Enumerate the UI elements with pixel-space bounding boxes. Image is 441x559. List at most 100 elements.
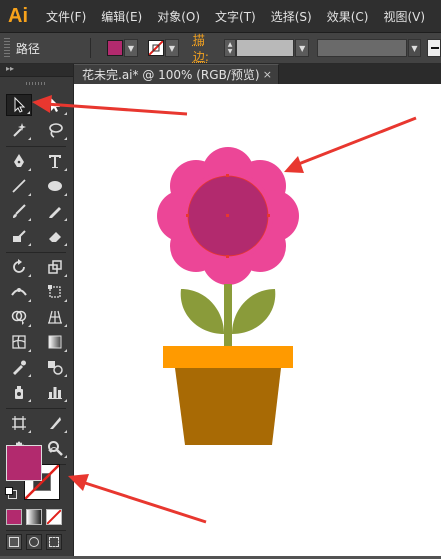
gradient-icon <box>48 335 62 349</box>
blend-tool[interactable] <box>42 356 68 378</box>
stroke-weight-stepper[interactable]: ▲ ▼ <box>224 39 236 57</box>
tab-strip <box>279 64 441 84</box>
draw-behind-button[interactable] <box>26 534 42 550</box>
pencil-tool[interactable] <box>42 200 68 222</box>
lasso-icon <box>49 123 63 138</box>
pencil-icon <box>49 207 61 218</box>
variable-width-profile-select[interactable] <box>317 39 407 57</box>
line-tool[interactable] <box>6 175 32 197</box>
selection-tool-icon <box>14 96 26 113</box>
chevron-down-icon[interactable]: ▼ <box>295 39 310 57</box>
color-mode-buttons <box>6 509 62 525</box>
swap-fill-stroke-icon[interactable]: ↶ <box>48 444 58 458</box>
menu-select[interactable]: 选择(S) <box>271 8 312 25</box>
selection-type-label: 路径 <box>15 41 40 56</box>
divider <box>6 146 66 147</box>
symbol-sprayer-tool[interactable] <box>6 381 32 403</box>
panel-grip[interactable] <box>4 38 10 58</box>
eraser-icon <box>49 232 61 242</box>
menu-view[interactable]: 视图(V) <box>383 8 425 25</box>
width-tool-icon <box>11 288 27 296</box>
direct-selection-tool[interactable] <box>42 94 68 116</box>
color-mode-button[interactable] <box>6 509 22 525</box>
flower-artwork[interactable] <box>74 84 441 556</box>
pot-body[interactable] <box>175 368 281 445</box>
pot-rim[interactable] <box>163 346 293 368</box>
free-transform-icon <box>48 285 61 298</box>
pen-tool-icon <box>14 154 24 167</box>
stroke-weight-label[interactable]: 描边: <box>193 33 220 63</box>
line-tool-icon <box>12 179 26 193</box>
artboard-tool[interactable] <box>6 412 32 434</box>
app-logo: Ai <box>8 4 28 27</box>
perspective-grid-tool[interactable] <box>42 306 68 328</box>
ellipse-tool-icon <box>48 181 62 191</box>
tools-panel-header[interactable]: ▸▸ <box>0 64 73 77</box>
no-stroke-icon <box>148 41 163 55</box>
rotate-tool[interactable] <box>6 256 32 278</box>
stroke-weight-field[interactable] <box>235 39 295 57</box>
control-bar: 路径 ▼ ▼ 描边: ▲ ▼ ▼ ▼ <box>0 33 441 64</box>
free-transform-tool[interactable] <box>42 281 68 303</box>
default-fill-stroke-icon[interactable] <box>5 487 17 499</box>
panel-grip[interactable] <box>26 82 47 85</box>
gradient-mode-button[interactable] <box>26 509 42 525</box>
shape-builder-icon <box>11 310 27 325</box>
close-icon[interactable]: × <box>263 68 272 81</box>
artboard[interactable] <box>74 84 441 556</box>
divider <box>6 408 66 409</box>
column-graph-tool[interactable] <box>42 381 68 403</box>
slice-tool[interactable] <box>42 412 68 434</box>
gradient-tool[interactable] <box>42 331 68 353</box>
draw-inside-button[interactable] <box>46 534 62 550</box>
type-tool[interactable] <box>42 150 68 172</box>
flower-stem[interactable] <box>224 284 232 350</box>
divider <box>6 530 66 531</box>
blob-brush-tool[interactable] <box>6 225 32 247</box>
menu-type[interactable]: 文字(T) <box>215 8 256 25</box>
chevron-down-icon[interactable]: ▼ <box>123 39 138 57</box>
paintbrush-tool[interactable] <box>6 200 32 222</box>
stroke-swatch[interactable] <box>147 40 164 56</box>
chevron-down-icon[interactable]: ▼ <box>164 39 179 57</box>
rotate-icon <box>13 259 25 273</box>
selection-tool[interactable] <box>6 94 32 116</box>
document-tab[interactable]: 花未完.ai* @ 100% (RGB/预览) × <box>74 64 279 84</box>
left-leaf[interactable] <box>180 289 224 334</box>
fill-color-box[interactable] <box>6 445 42 481</box>
ellipse-tool[interactable] <box>42 175 68 197</box>
width-tool[interactable] <box>6 281 32 303</box>
menu-object[interactable]: 对象(O) <box>157 8 200 25</box>
none-mode-button[interactable] <box>46 509 62 525</box>
fill-swatch[interactable] <box>106 40 123 56</box>
mesh-icon <box>12 335 26 349</box>
draw-mode-buttons <box>6 534 62 550</box>
brush-definition-select[interactable] <box>427 39 441 57</box>
tools-panel: ▸▸ ↶ <box>0 64 74 556</box>
menu-file[interactable]: 文件(F) <box>46 8 86 25</box>
paintbrush-icon <box>13 204 26 218</box>
perspective-grid-icon <box>48 310 62 324</box>
eraser-tool[interactable] <box>42 225 68 247</box>
shape-builder-tool[interactable] <box>6 306 32 328</box>
pen-tool[interactable] <box>6 150 32 172</box>
draw-normal-button[interactable] <box>6 534 22 550</box>
mesh-tool[interactable] <box>6 331 32 353</box>
menu-edit[interactable]: 编辑(E) <box>101 8 142 25</box>
divider <box>6 252 66 253</box>
stroke-control[interactable]: ▼ <box>147 39 179 57</box>
eyedropper-tool[interactable] <box>6 356 32 378</box>
direct-selection-tool-icon <box>51 98 60 112</box>
fill-control[interactable]: ▼ <box>106 39 138 57</box>
eyedropper-icon <box>13 360 26 375</box>
menu-effect[interactable]: 效果(C) <box>327 8 369 25</box>
chevron-down-icon[interactable]: ▼ <box>407 39 422 57</box>
lasso-tool[interactable] <box>42 119 68 141</box>
magic-wand-tool[interactable] <box>6 119 32 141</box>
magic-wand-icon <box>13 123 26 137</box>
right-leaf[interactable] <box>232 289 276 334</box>
menu-bar: Ai 文件(F) 编辑(E) 对象(O) 文字(T) 选择(S) 效果(C) 视… <box>0 0 441 33</box>
scale-icon <box>48 260 62 274</box>
scale-tool[interactable] <box>42 256 68 278</box>
collapse-icon[interactable]: ▸▸ <box>6 64 14 73</box>
